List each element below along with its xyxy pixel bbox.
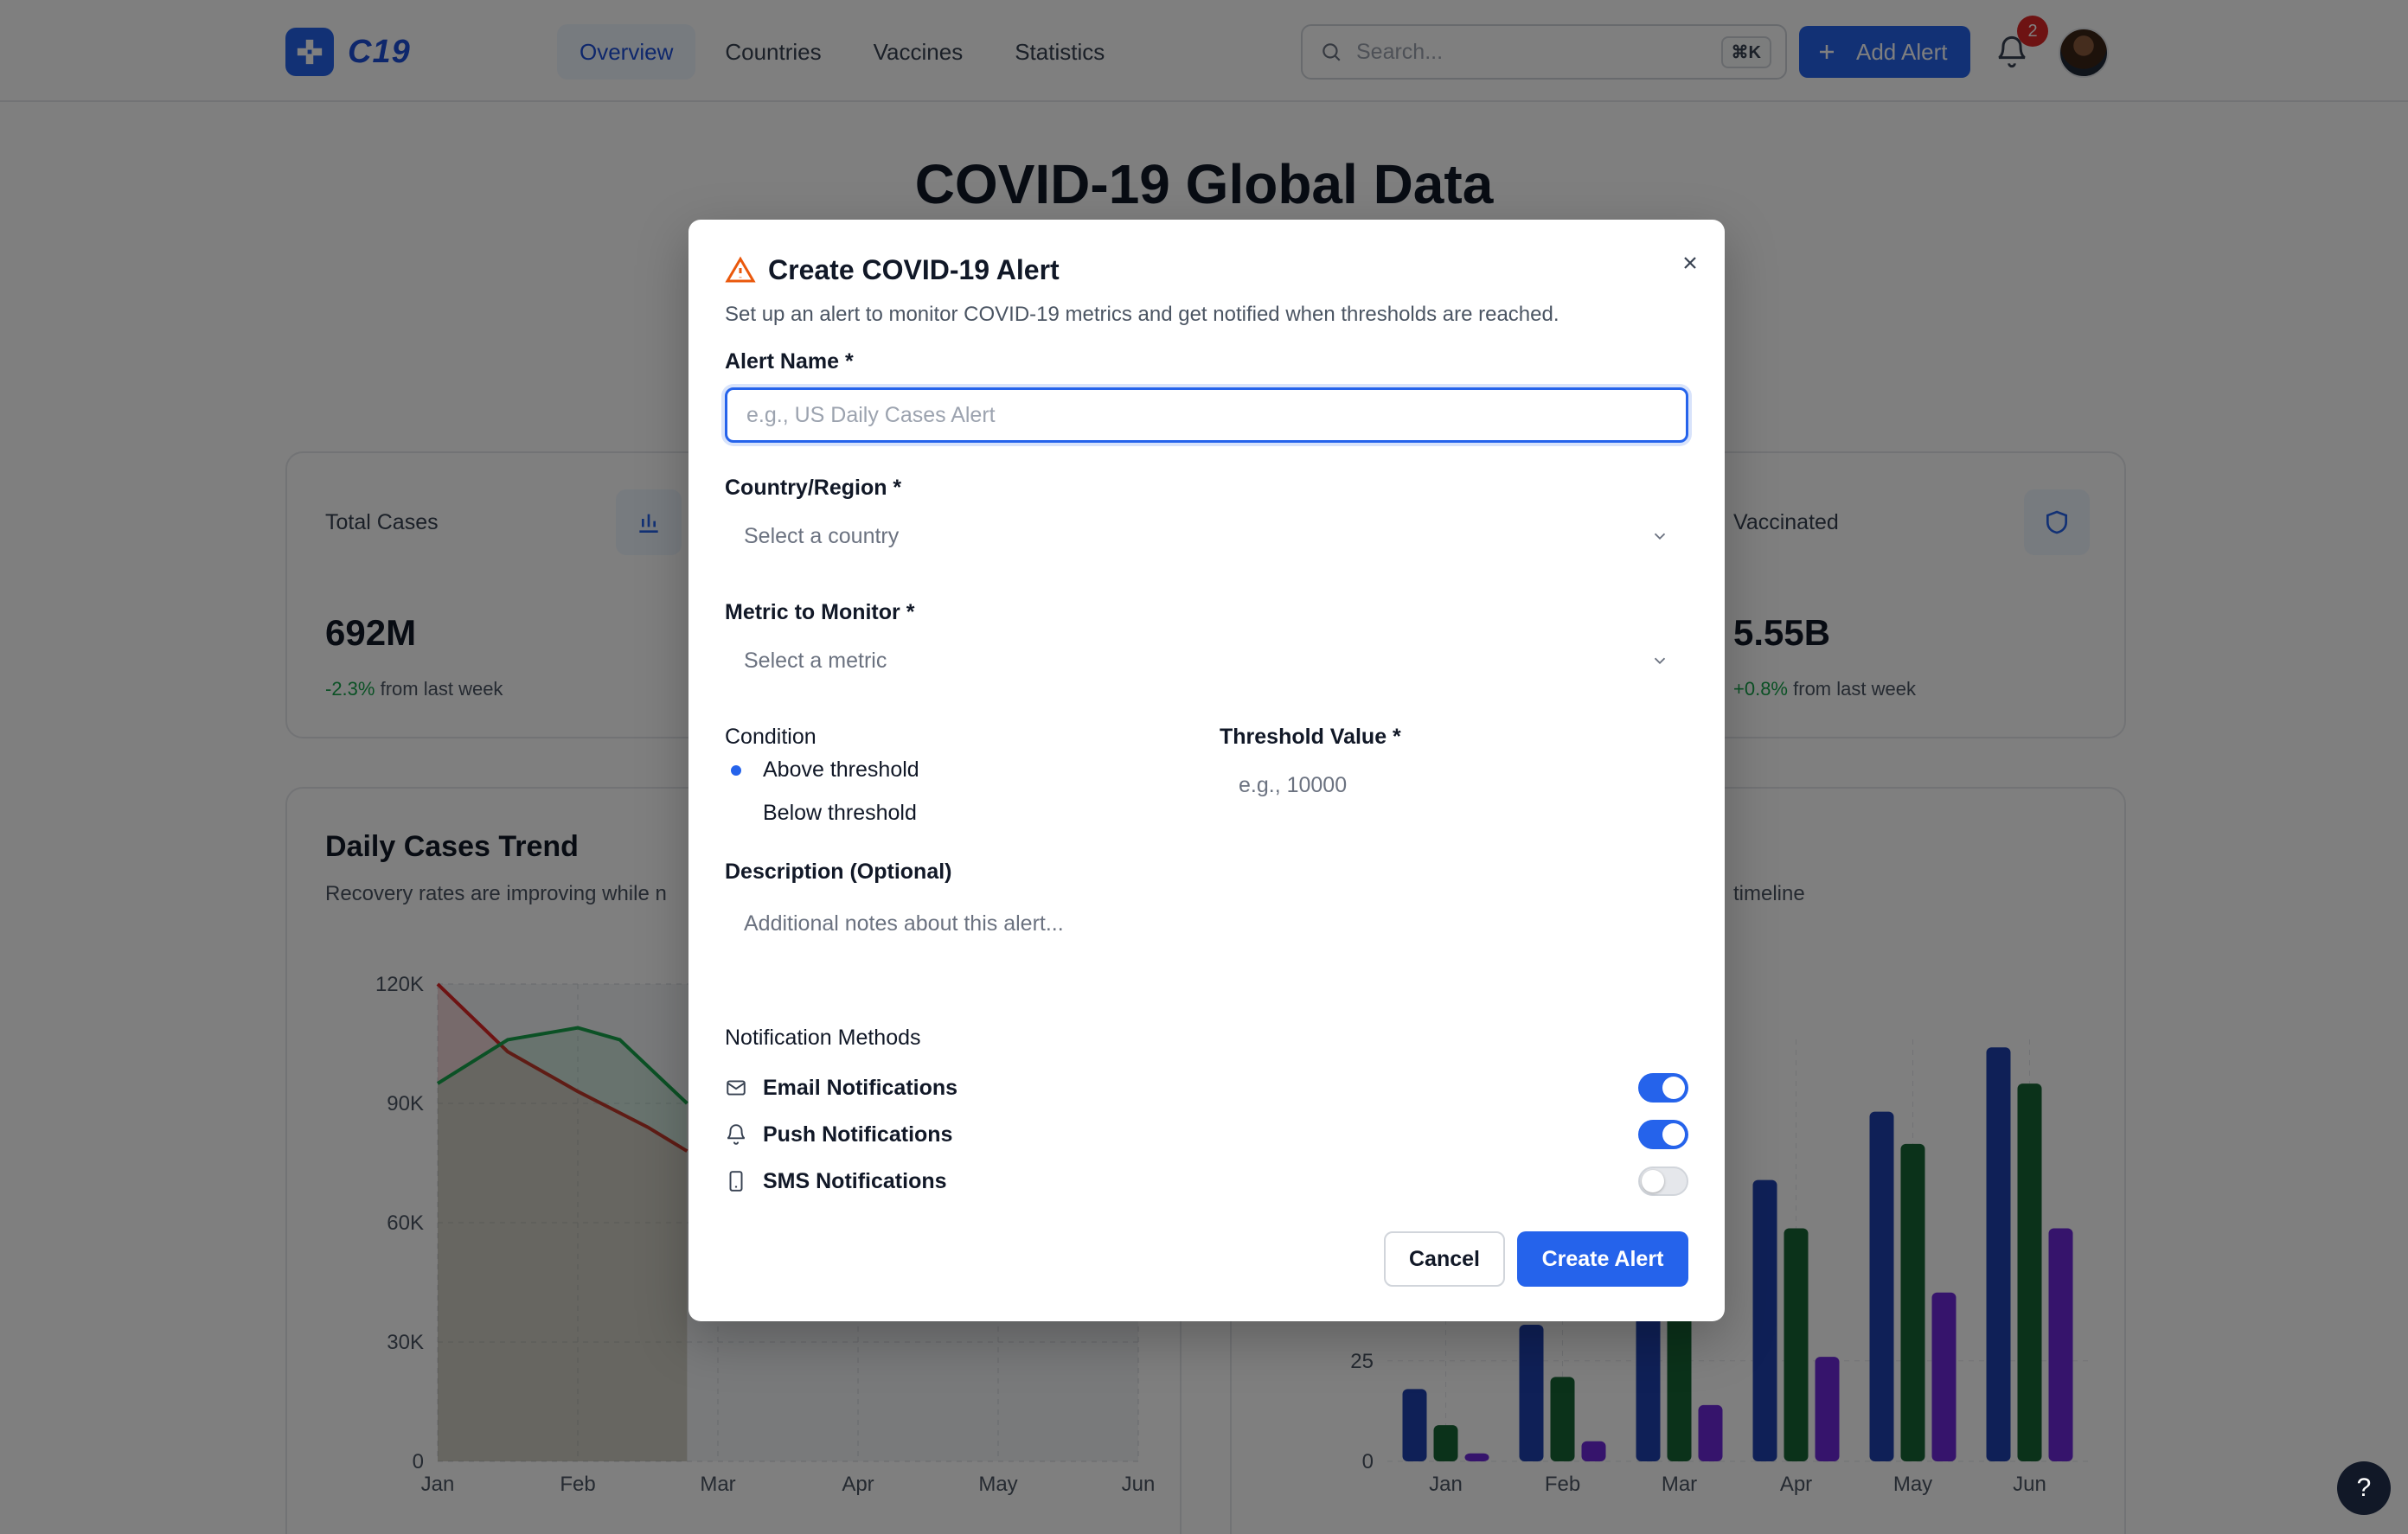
description-textarea[interactable]: Additional notes about this alert... <box>744 911 1064 936</box>
create-alert-modal: Create COVID-19 Alert Set up an alert to… <box>688 220 1725 1321</box>
chevron-down-icon <box>1654 533 1666 540</box>
push-notification-row: Push Notifications <box>725 1117 1688 1152</box>
metric-select[interactable]: Select a metric <box>725 633 1688 688</box>
email-notification-toggle[interactable] <box>1638 1073 1688 1103</box>
push-notification-toggle[interactable] <box>1638 1120 1688 1149</box>
condition-label: Condition <box>725 725 817 749</box>
warning-triangle-icon <box>725 256 756 282</box>
metric-select-value: Select a metric <box>744 648 887 673</box>
alert-name-input[interactable] <box>725 387 1688 443</box>
chevron-down-icon <box>1654 657 1666 665</box>
help-button[interactable]: ? <box>2337 1461 2391 1515</box>
metric-label: Metric to Monitor * <box>725 600 915 624</box>
country-select[interactable]: Select a country <box>725 508 1688 564</box>
close-button[interactable] <box>1673 246 1707 280</box>
country-select-value: Select a country <box>744 523 900 548</box>
threshold-input[interactable]: e.g., 10000 <box>1239 773 1347 798</box>
radio-button-checked[interactable] <box>725 759 747 782</box>
sms-notification-label: SMS Notifications <box>763 1168 947 1193</box>
phone-icon <box>729 1171 743 1192</box>
radio-above-threshold[interactable]: Above threshold <box>725 757 919 783</box>
email-notification-label: Email Notifications <box>763 1075 958 1100</box>
radio-below-threshold[interactable]: Below threshold <box>725 801 917 826</box>
description-label: Description (Optional) <box>725 860 952 884</box>
sms-notification-row: SMS Notifications <box>725 1164 1688 1198</box>
notification-methods-label: Notification Methods <box>725 1026 921 1050</box>
country-label: Country/Region * <box>725 476 902 500</box>
mail-icon <box>727 1080 746 1096</box>
close-icon <box>1684 257 1696 269</box>
modal-description: Set up an alert to monitor COVID-19 metr… <box>725 303 1559 326</box>
radio-label: Above threshold <box>763 757 919 782</box>
alert-name-label: Alert Name * <box>725 349 854 374</box>
radio-button[interactable] <box>725 802 747 825</box>
create-alert-button[interactable]: Create Alert <box>1517 1231 1688 1287</box>
modal-title-text: Create COVID-19 Alert <box>768 254 1060 285</box>
radio-label: Below threshold <box>763 801 917 825</box>
cancel-button[interactable]: Cancel <box>1384 1231 1505 1287</box>
push-notification-label: Push Notifications <box>763 1122 953 1147</box>
modal-title: Create COVID-19 Alert <box>725 254 1060 286</box>
threshold-label: Threshold Value * <box>1220 725 1401 749</box>
bell-icon <box>727 1124 746 1145</box>
sms-notification-toggle[interactable] <box>1638 1166 1688 1196</box>
email-notification-row: Email Notifications <box>725 1071 1688 1105</box>
